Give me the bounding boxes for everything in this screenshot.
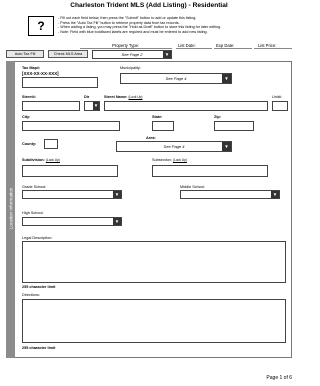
- legal-limit-note: 255 character limit: [22, 285, 56, 289]
- area-select[interactable]: See Page 4 ▼: [116, 141, 232, 152]
- unit-label: Unit#:: [272, 95, 282, 99]
- area-label: Area:: [146, 136, 156, 140]
- city-input[interactable]: [22, 121, 120, 131]
- grade-school-select[interactable]: ▼: [22, 190, 122, 199]
- dir-label: Dir: [84, 95, 89, 99]
- instructions: - Fill out each field below, then press …: [58, 16, 290, 34]
- dir-label-text: Dir: [84, 95, 90, 99]
- subdivision-input[interactable]: [22, 165, 118, 177]
- directions-textarea[interactable]: [22, 299, 286, 343]
- property-type-select[interactable]: See Page 2 ▼: [92, 50, 172, 59]
- middle-school-select[interactable]: ▼: [180, 190, 280, 199]
- municipality-value: See Page 4: [165, 76, 187, 81]
- subsection-input[interactable]: [152, 165, 268, 177]
- state-label-text: State:: [152, 115, 163, 119]
- street-name-input[interactable]: [104, 101, 268, 111]
- grade-school-label: Grade School:: [22, 185, 47, 189]
- chevron-down-icon: ▼: [222, 142, 231, 151]
- sidebar-label: Location Information: [8, 187, 14, 230]
- subdivision-label: Subdivision: (Look Up): [22, 158, 60, 162]
- divider: [80, 48, 172, 49]
- municipality-label: Municipality:: [120, 66, 141, 70]
- unit-input[interactable]: [272, 101, 288, 111]
- subsection-lookup-link[interactable]: (Look Up): [173, 158, 187, 162]
- municipality-select[interactable]: See Page 4 ▼: [120, 73, 232, 84]
- chevron-down-icon: ▼: [93, 102, 99, 110]
- street-name-label: Street Name: (Look Up): [104, 95, 143, 99]
- street-no-label: Street#:: [22, 95, 36, 99]
- tax-map-format: [XXX-XX-XX-XXX]: [22, 71, 59, 76]
- chevron-down-icon: ▼: [113, 191, 121, 198]
- page-indicator: Page 1 of 6: [266, 375, 292, 381]
- middle-school-label: Middle School:: [180, 185, 205, 189]
- county-label-text: County:: [22, 142, 37, 146]
- chevron-down-icon: ▼: [222, 74, 231, 83]
- zip-label: Zip:: [214, 115, 221, 119]
- help-icon: ?: [28, 16, 54, 36]
- subsection-label: Subsection: (Look Up): [152, 158, 187, 162]
- chevron-down-icon: ▼: [163, 51, 171, 58]
- street-name-label-text: Street Name:: [104, 95, 128, 99]
- zip-input[interactable]: [214, 121, 254, 131]
- high-school-select[interactable]: ▼: [22, 217, 122, 226]
- state-label: State:: [152, 115, 163, 119]
- street-no-label-text: Street#:: [22, 95, 37, 99]
- chevron-down-icon: ▼: [271, 191, 279, 198]
- property-type-value: See Page 2: [121, 52, 143, 57]
- street-no-input[interactable]: [22, 101, 80, 111]
- page-title: Charleston Trident MLS (Add Listing) - R…: [70, 2, 228, 9]
- city-label: City:: [22, 115, 30, 119]
- auto-tax-fill-button[interactable]: Auto Tax Fill: [6, 50, 44, 58]
- zip-label-text: Zip:: [214, 115, 221, 119]
- street-name-lookup-link[interactable]: (Look Up): [129, 95, 143, 99]
- county-input[interactable]: [44, 139, 58, 149]
- list-price-field[interactable]: [254, 48, 292, 49]
- list-date-field[interactable]: [176, 48, 212, 49]
- tax-map-input[interactable]: [22, 77, 98, 88]
- subdivision-lookup-link[interactable]: (Look Up): [46, 158, 60, 162]
- subdivision-label-text: Subdivision:: [22, 158, 45, 162]
- sidebar: Location Information: [6, 61, 15, 358]
- tax-map-label: Tax Map#:: [22, 66, 40, 70]
- legal-description-label: Legal Description:: [22, 236, 53, 240]
- dir-select[interactable]: ▼: [84, 101, 100, 111]
- tax-map-label-text: Tax Map#:: [22, 66, 41, 70]
- instruction-line: - Note: Field with blue boldfaced labels…: [58, 29, 208, 34]
- county-label: County:: [22, 142, 36, 146]
- directions-limit-note: 255 character limit: [22, 346, 56, 350]
- state-input[interactable]: [152, 121, 174, 131]
- city-label-text: City:: [22, 115, 31, 119]
- exp-date-field[interactable]: [214, 48, 252, 49]
- legal-description-textarea[interactable]: [22, 241, 286, 283]
- check-mls-area-button[interactable]: Check MLS Area: [48, 50, 88, 58]
- subsection-label-text: Subsection:: [152, 158, 172, 162]
- area-value: See Page 4: [163, 144, 185, 149]
- area-label-text: Area:: [146, 136, 156, 140]
- chevron-down-icon: ▼: [113, 218, 121, 225]
- directions-label: Directions:: [22, 293, 40, 297]
- high-school-label: High School:: [22, 211, 44, 215]
